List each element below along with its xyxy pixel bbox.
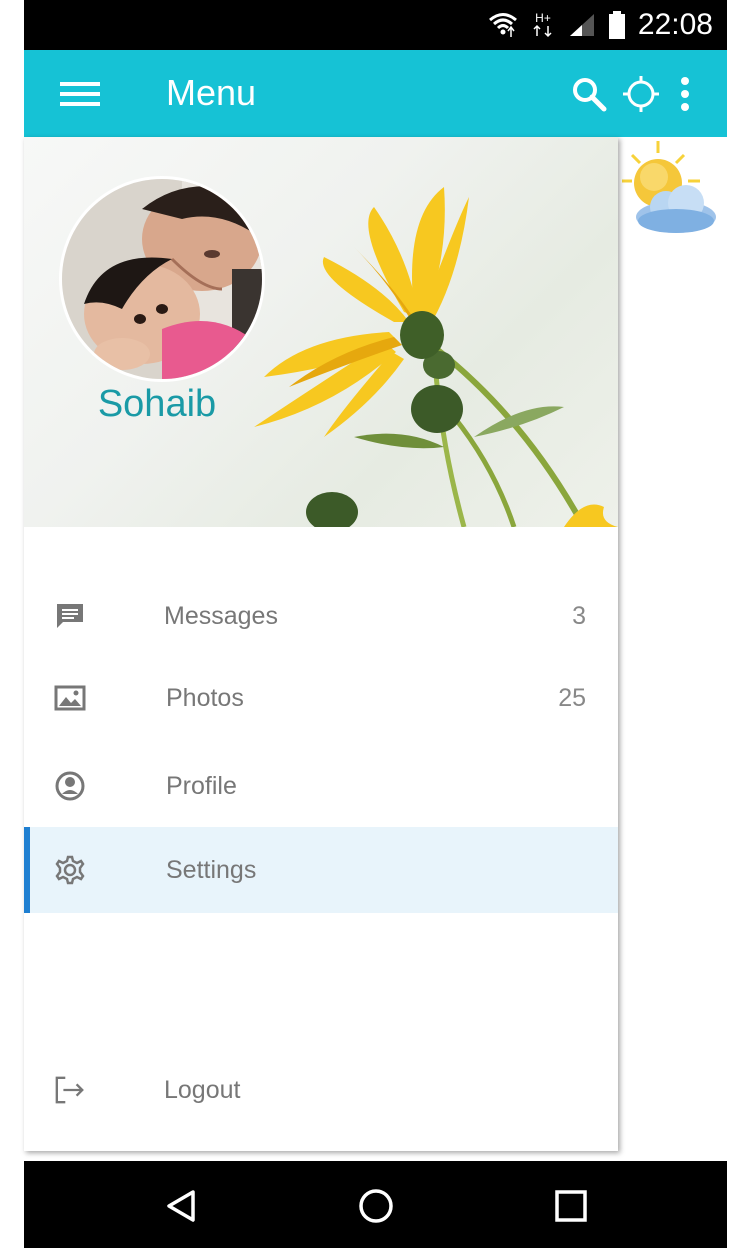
drawer-header: Sohaib — [24, 137, 618, 527]
cell-signal-icon — [568, 12, 596, 38]
recent-apps-icon[interactable] — [546, 1181, 596, 1231]
app-bar: Menu — [24, 50, 727, 137]
back-icon[interactable] — [156, 1181, 206, 1231]
image-icon — [54, 682, 86, 714]
network-type-label: H+ — [535, 11, 551, 25]
user-name: Sohaib — [97, 383, 217, 425]
gear-icon — [54, 854, 86, 886]
menu-item-photos[interactable]: Photos 25 — [24, 655, 618, 741]
account-circle-icon — [54, 770, 86, 802]
battery-icon — [608, 11, 626, 39]
status-bar: H+ 22:08 — [24, 0, 727, 50]
navigation-drawer: Sohaib Messages 3 Photos 25 Profile Sett… — [24, 137, 618, 1151]
logout-label: Logout — [164, 1075, 241, 1104]
user-avatar[interactable] — [62, 179, 262, 379]
menu-item-settings[interactable]: Settings — [24, 827, 618, 913]
more-vert-icon[interactable] — [673, 74, 697, 114]
app-bar-actions — [569, 74, 697, 114]
weather-icon — [618, 137, 722, 241]
menu-item-label: Photos — [166, 683, 244, 712]
menu-item-count: 3 — [572, 601, 586, 630]
wifi-icon — [488, 11, 518, 39]
menu-item-label: Settings — [166, 855, 257, 884]
menu-item-label: Messages — [164, 601, 278, 630]
page-title: Menu — [166, 72, 257, 113]
menu-item-logout[interactable]: Logout — [24, 1047, 618, 1133]
system-navigation-bar — [24, 1161, 727, 1248]
menu-item-label: Profile — [166, 771, 237, 800]
menu-item-count: 25 — [558, 683, 586, 712]
gps-locate-icon[interactable] — [621, 74, 661, 114]
menu-icon[interactable] — [60, 76, 100, 112]
message-icon — [54, 600, 86, 632]
search-icon[interactable] — [569, 74, 609, 114]
clock: 22:08 — [637, 8, 713, 41]
content-background — [618, 137, 736, 1161]
network-type-icon: H+ — [530, 10, 556, 40]
menu-item-messages[interactable]: Messages 3 — [24, 573, 618, 659]
menu-item-profile[interactable]: Profile — [24, 743, 618, 829]
screen-border — [0, 0, 24, 1248]
logout-icon — [54, 1074, 86, 1106]
home-icon[interactable] — [351, 1181, 401, 1231]
